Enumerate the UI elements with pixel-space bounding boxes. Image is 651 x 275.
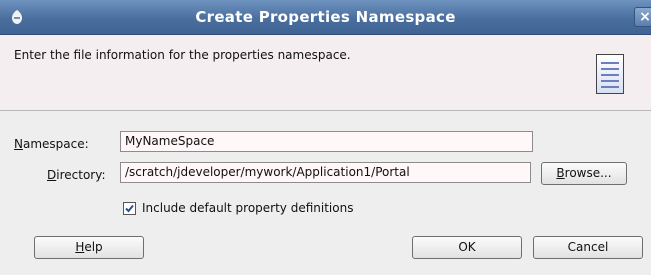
instructions-text: Enter the file information for the prope… [14,48,351,62]
namespace-field[interactable]: MyNameSpace [120,131,533,152]
namespace-form: Namespace: MyNameSpace Directory: /scrat… [0,111,651,275]
directory-field[interactable]: /scratch/jdeveloper/mywork/Application1/… [120,162,531,183]
create-properties-namespace-dialog: Create Properties Namespace × Enter the … [0,0,651,275]
include-defaults-label[interactable]: Include default property definitions [142,201,353,215]
browse-button[interactable]: Browse... [541,162,627,185]
ok-button[interactable]: OK [412,236,522,259]
directory-label: Directory: [47,168,106,182]
include-defaults-checkbox[interactable] [123,202,136,215]
title-bar[interactable]: Create Properties Namespace × [0,0,651,35]
header-panel: Enter the file information for the prope… [0,35,651,111]
document-icon [596,54,624,94]
namespace-label: Namespace: [14,137,89,151]
close-button[interactable]: × [634,7,651,27]
help-button[interactable]: Help [34,236,144,259]
checkmark-icon [125,204,134,213]
cancel-button[interactable]: Cancel [533,236,643,259]
dialog-title: Create Properties Namespace [195,8,456,26]
